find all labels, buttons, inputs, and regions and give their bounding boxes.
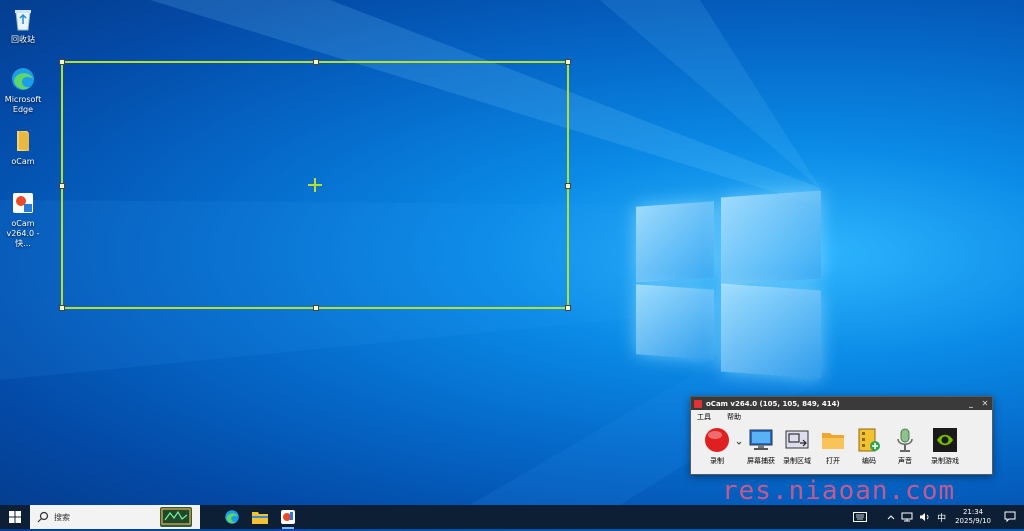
game-record-icon <box>933 428 957 452</box>
open-button[interactable]: 打开 <box>815 427 851 466</box>
keyboard-icon[interactable] <box>853 511 868 523</box>
file-explorer-icon <box>252 512 268 524</box>
desktop-icon-label: Microsoft Edge <box>4 95 42 114</box>
search-icon <box>37 511 49 523</box>
recycle-bin-icon <box>15 10 31 31</box>
resize-handle-nw[interactable] <box>59 59 65 65</box>
codec-button[interactable]: 编码 <box>851 427 887 466</box>
resize-handle-ne[interactable] <box>565 59 571 65</box>
desktop-icon-label: 回收站 <box>11 35 35 44</box>
ocam-installer-icon <box>13 193 33 213</box>
desktop-icon-ocam-installer[interactable]: oCam v264.0 - 快... <box>0 190 46 249</box>
ocam-icon <box>281 510 295 524</box>
menu-tools[interactable]: 工具 <box>697 412 711 422</box>
codec-label: 编码 <box>862 457 876 465</box>
edge-icon <box>225 510 239 524</box>
folder-icon <box>17 131 29 151</box>
record-area-icon <box>785 430 809 449</box>
taskbar: 搜索 中 21:34 2025/9/10 <box>0 505 1024 529</box>
taskbar-app-edge[interactable] <box>218 505 246 529</box>
resize-handle-e[interactable] <box>565 183 571 189</box>
search-placeholder: 搜索 <box>54 512 70 522</box>
desktop-icon-ocam-folder[interactable]: oCam <box>0 128 46 167</box>
start-button[interactable] <box>0 505 30 529</box>
notification-icon[interactable] <box>1004 511 1016 523</box>
windows-logo-pane-br <box>721 283 821 379</box>
taskbar-app-file-explorer[interactable] <box>246 505 274 529</box>
resize-handle-sw[interactable] <box>59 305 65 311</box>
chevron-down-icon <box>736 441 742 445</box>
record-dropdown[interactable] <box>735 427 743 453</box>
microphone-icon <box>897 428 913 452</box>
watermark-text: res.niaoan.com <box>722 476 956 506</box>
system-tray: 中 21:34 2025/9/10 <box>850 505 1024 529</box>
resize-handle-s[interactable] <box>313 305 319 311</box>
clock-time: 21:34 <box>962 508 984 516</box>
game-record-button[interactable]: 录制游戏 <box>923 427 967 466</box>
volume-icon[interactable] <box>919 512 931 522</box>
desktop-icon-label: oCam v264.0 - 快... <box>6 219 40 248</box>
network-icon[interactable] <box>901 512 913 522</box>
ocam-toolbar: 录制 屏幕捕获 录制区域 打开 编码 声音 录制游戏 <box>691 427 992 473</box>
screen-capture-button[interactable]: 屏幕捕获 <box>743 427 779 466</box>
desktop-icon-label: oCam <box>11 157 35 166</box>
chevron-up-icon[interactable] <box>887 513 895 521</box>
menu-help[interactable]: 帮助 <box>727 412 741 422</box>
resize-handle-se[interactable] <box>565 305 571 311</box>
taskbar-clock[interactable]: 21:34 2025/9/10 <box>955 508 991 526</box>
minimize-button[interactable]: _ <box>964 399 978 408</box>
game-record-label: 录制游戏 <box>931 457 959 465</box>
taskbar-app-ocam[interactable] <box>274 505 302 529</box>
ime-indicator[interactable]: 中 <box>937 511 946 524</box>
move-crosshair-icon[interactable] <box>308 178 322 192</box>
ocam-window-title: oCam v264.0 (105, 105, 849, 414) <box>706 399 840 408</box>
ocam-menubar: 工具 帮助 <box>691 410 992 423</box>
resize-handle-n[interactable] <box>313 59 319 65</box>
resize-handle-w[interactable] <box>59 183 65 189</box>
ocam-window: oCam v264.0 (105, 105, 849, 414) _ ✕ 工具 … <box>690 396 993 475</box>
chart-board-icon <box>161 508 191 525</box>
windows-start-icon <box>9 511 21 523</box>
record-button[interactable]: 录制 <box>699 427 735 466</box>
ocam-app-icon <box>694 399 702 408</box>
ocam-titlebar[interactable]: oCam v264.0 (105, 105, 849, 414) _ ✕ <box>691 397 992 410</box>
close-button[interactable]: ✕ <box>978 399 992 408</box>
record-label: 录制 <box>710 457 724 465</box>
record-area-button[interactable]: 录制区域 <box>779 427 815 466</box>
windows-logo-pane-bl <box>636 284 714 360</box>
windows-logo-pane-tr <box>721 190 821 286</box>
record-icon <box>705 428 729 452</box>
codec-icon <box>858 428 880 452</box>
clock-date: 2025/9/10 <box>955 517 991 525</box>
desktop-icon-edge[interactable]: Microsoft Edge <box>0 66 46 115</box>
desktop-icon-recycle-bin[interactable]: 回收站 <box>0 6 46 45</box>
edge-icon <box>12 68 34 90</box>
open-label: 打开 <box>826 457 840 465</box>
search-highlight-widget[interactable] <box>160 507 192 527</box>
screen-capture-label: 屏幕捕获 <box>747 457 775 465</box>
screen-capture-icon <box>749 429 773 450</box>
sound-label: 声音 <box>898 457 912 465</box>
open-folder-icon <box>822 433 844 449</box>
sound-button[interactable]: 声音 <box>887 427 923 466</box>
taskbar-search-box[interactable]: 搜索 <box>30 505 200 529</box>
windows-logo-pane-tl <box>636 201 714 283</box>
record-area-label: 录制区域 <box>783 457 811 465</box>
